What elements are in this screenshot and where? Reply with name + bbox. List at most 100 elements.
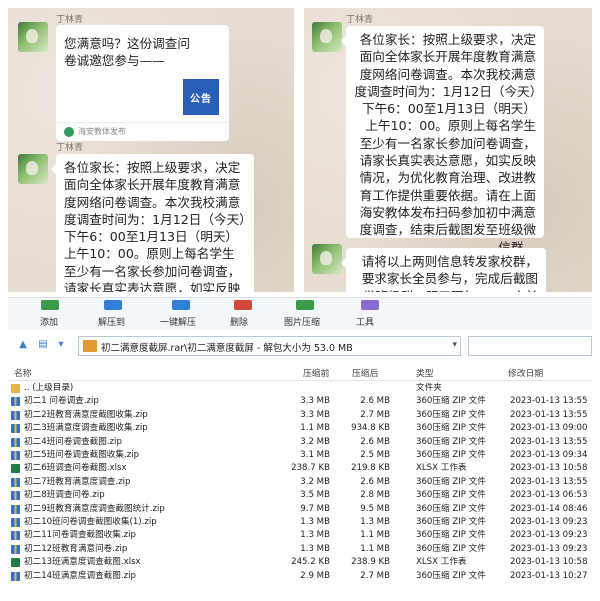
message-bubble: 请将以上两则信息转发家校群，要求家长全员参与，完成后截图发班级群，明天下午6：0… — [341, 248, 546, 292]
file-name: 初二10班问卷调查截图收集(1).zip — [24, 517, 157, 527]
file-modified: 2023-01-13 09:23 — [510, 517, 588, 527]
file-row[interactable]: 初二6班调查问卷截图.xlsx 238.7 KB 219.8 KB XLSX 工作表 2… — [8, 462, 592, 475]
add-button[interactable]: 添加 — [34, 298, 74, 330]
zip-file-icon — [11, 504, 20, 514]
image-compress-label: 图片压缩 — [284, 318, 321, 328]
column-modified[interactable]: 修改日期 — [508, 366, 543, 379]
file-row[interactable]: 初二8班调查问卷.zip 3.5 MB 2.8 MB 360压缩 ZIP 文件 2023… — [8, 489, 592, 502]
file-size: 2.8 MB — [360, 490, 390, 501]
file-modified: 2023-01-13 09:34 — [510, 450, 588, 460]
file-modified: 2023-01-13 09:23 — [510, 530, 588, 541]
file-compressed-size: 9.7 MB — [300, 503, 330, 514]
zip-file-icon — [11, 544, 20, 554]
file-compressed-size: 3.1 MB — [300, 450, 330, 460]
file-compressed-size: 1.1 MB — [300, 423, 330, 434]
add-icon — [41, 300, 59, 310]
file-row[interactable]: 初二10班问卷调查截图收集(1).zip 1.3 MB 1.3 MB 360压缩 ZI… — [8, 516, 592, 529]
zip-file-icon — [11, 531, 20, 541]
file-modified: 2023-01-13 13:55 — [510, 436, 588, 447]
file-compressed-size: 238.7 KB — [291, 463, 330, 474]
file-modified: 2023-01-13 10:58 — [510, 557, 588, 568]
view-dropdown-icon[interactable]: ▾ — [54, 339, 68, 351]
file-row[interactable]: 初二13班满意度调查截图.xlsx 245.2 KB 238.9 KB XLSX 工作… — [8, 556, 592, 569]
up-arrow-icon[interactable]: ▲ — [16, 339, 30, 351]
file-modified: 2023-01-13 10:27 — [510, 570, 588, 581]
zip-file-icon — [11, 491, 20, 501]
path-dropdown-icon[interactable]: ▾ — [452, 340, 457, 350]
tools-button[interactable]: 工具 — [352, 298, 388, 330]
path-field[interactable]: 初二满意度截屏.rar\初二满意度截屏 - 解包大小为 53.0 MB ▾ — [78, 336, 461, 356]
file-compressed-size: 3.2 MB — [300, 436, 330, 447]
file-name: 初二14班满意度调查截图.zip — [24, 570, 136, 581]
column-type[interactable]: 类型 — [416, 366, 434, 379]
file-row[interactable]: 初二12班教育满意问卷.zip 1.3 MB 1.1 MB 360压缩 ZIP 文件 2… — [8, 543, 592, 556]
zip-file-icon — [11, 477, 20, 487]
column-size[interactable]: 压缩后 — [352, 366, 378, 379]
file-type: 360压缩 ZIP 文件 — [416, 476, 486, 487]
file-name: 初二3班满意度调查截图收集.zip — [24, 423, 148, 434]
file-name: 初二7班教育满意度调查.zip — [24, 476, 131, 487]
image-compress-button[interactable]: 图片压缩 — [280, 298, 332, 330]
file-type: 360压缩 ZIP 文件 — [416, 543, 486, 554]
toolbar: 添加 解压到 一键解压 删除 图片压缩 工具 — [8, 298, 592, 330]
path-text: 初二满意度截屏.rar\初二满意度截屏 - 解包大小为 53.0 MB — [101, 343, 353, 354]
file-size: 2.5 MB — [360, 450, 390, 460]
file-size: 2.6 MB — [360, 436, 390, 447]
file-modified: 2023-01-13 13:55 — [510, 409, 588, 420]
file-modified: 2023-01-13 09:00 — [510, 423, 588, 434]
file-row[interactable]: 初二11问卷调查截图收集.zip 1.3 MB 1.1 MB 360压缩 ZIP 文件… — [8, 529, 592, 542]
image-compress-icon — [296, 300, 314, 310]
file-size: 2.6 MB — [360, 476, 390, 487]
file-row[interactable]: 初二4班问卷调查截图.zip 3.2 MB 2.6 MB 360压缩 ZIP 文件 20… — [8, 436, 592, 449]
search-input[interactable] — [468, 336, 592, 356]
column-name[interactable]: 名称 — [14, 366, 32, 379]
card-title: 您满意吗？这份调查问卷诚邀您参与—— — [64, 36, 190, 68]
file-compressed-size: 1.3 MB — [300, 517, 330, 527]
delete-button[interactable]: 删除 — [226, 298, 262, 330]
excel-file-icon — [11, 558, 20, 568]
file-row[interactable]: 初二3班满意度调查截图收集.zip 1.1 MB 934.8 KB 360压缩 ZIP… — [8, 422, 592, 435]
sender-name: 丁林青 — [56, 143, 84, 153]
extract-to-button[interactable]: 解压到 — [94, 298, 142, 330]
add-label: 添加 — [40, 318, 59, 328]
file-type: 360压缩 ZIP 文件 — [416, 436, 486, 447]
file-type: 文件夹 — [416, 383, 442, 393]
file-type: 360压缩 ZIP 文件 — [416, 423, 486, 434]
column-compressed[interactable]: 压缩前 — [303, 366, 329, 379]
file-name: 初二6班调查问卷截图.xlsx — [24, 463, 127, 474]
card-thumbnail: 公告 — [183, 79, 219, 115]
one-click-extract-button[interactable]: 一键解压 — [156, 298, 212, 330]
file-compressed-size: 3.3 MB — [300, 396, 330, 407]
file-row[interactable]: 初二9班教育满意度调查截图统计.zip 9.7 MB 9.5 MB 360压缩 ZIP… — [8, 503, 592, 516]
file-row[interactable]: 初二7班教育满意度调查.zip 3.2 MB 2.6 MB 360压缩 ZIP 文件 2… — [8, 476, 592, 489]
sender-avatar[interactable] — [18, 154, 48, 184]
sender-avatar[interactable] — [312, 244, 342, 274]
file-type: 360压缩 ZIP 文件 — [416, 490, 486, 501]
file-row[interactable]: 初二5班问卷调查截图收集.zip 3.1 MB 2.5 MB 360压缩 ZIP 文件… — [8, 449, 592, 462]
file-size: 2.7 MB — [360, 409, 390, 420]
zip-file-icon — [11, 424, 20, 434]
file-type: 360压缩 ZIP 文件 — [416, 503, 486, 514]
file-row[interactable]: 初二1 问卷调查.zip 3.3 MB 2.6 MB 360压缩 ZIP 文件 2023… — [8, 395, 592, 408]
file-type: 360压缩 ZIP 文件 — [416, 396, 486, 407]
card-source-name: 海安教体发布 — [78, 127, 126, 136]
sender-avatar[interactable] — [18, 22, 48, 52]
file-name: 初二8班调查问卷.zip — [24, 490, 105, 501]
file-row[interactable]: 初二14班满意度调查截图.zip 2.9 MB 2.7 MB 360压缩 ZIP 文件… — [8, 570, 592, 583]
view-toggle-icon[interactable]: ▤ — [36, 339, 50, 351]
shared-article-card[interactable]: 您满意吗？这份调查问卷诚邀您参与—— 公告 海安教体发布 — [56, 25, 229, 141]
file-modified: 2023-01-13 13:55 — [510, 476, 588, 487]
column-headers: 名称 压缩前 压缩后 类型 修改日期 — [8, 362, 592, 381]
file-compressed-size: 3.2 MB — [300, 476, 330, 487]
zip-file-icon — [11, 410, 20, 420]
tools-icon — [361, 300, 379, 310]
file-row[interactable]: .. (上级目录) 文件夹 — [8, 382, 592, 395]
sender-avatar[interactable] — [312, 22, 342, 52]
file-compressed-size: 245.2 KB — [291, 557, 330, 568]
file-type: XLSX 工作表 — [416, 463, 467, 474]
file-size: 2.7 MB — [360, 570, 390, 581]
file-modified: 2023-01-14 08:46 — [510, 503, 588, 514]
zip-file-icon — [11, 397, 20, 407]
sender-name: 丁林青 — [56, 15, 84, 25]
file-row[interactable]: 初二2班教育满意度截图收集.zip 3.3 MB 2.7 MB 360压缩 ZIP 文… — [8, 409, 592, 422]
